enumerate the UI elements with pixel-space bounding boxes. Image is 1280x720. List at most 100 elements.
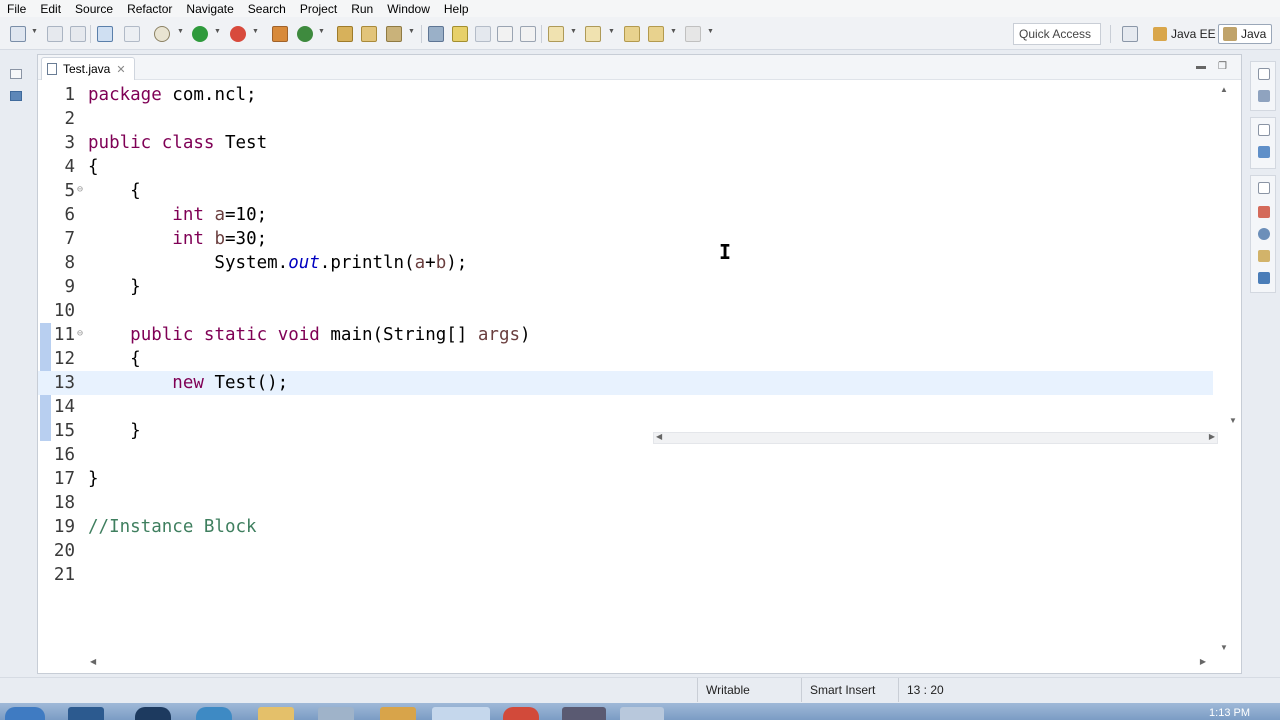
toggle-mark-occurrences-icon[interactable] [428,26,444,42]
code-editor[interactable]: 1 package com.ncl; 2 3 public class Test 4{5 ⊖… [38,81,1213,661]
code-line[interactable]: 5 ⊖ { [38,179,1213,203]
taskbar-app[interactable] [68,707,104,720]
perspective-java-ee[interactable]: Java EE [1153,24,1216,44]
new-server-icon[interactable] [272,26,288,42]
toggle-breadcrumb-icon[interactable] [452,26,468,42]
console-icon[interactable] [1258,272,1270,284]
overview-ruler[interactable]: ▼ [1225,83,1241,425]
code-line[interactable]: 10 [38,299,1213,323]
restore-icon[interactable] [1258,68,1270,80]
inner-horizontal-scrollbar[interactable]: ◀ ▶ [653,432,1218,444]
taskbar-app[interactable] [620,707,664,720]
coverage-icon[interactable] [230,26,246,42]
debug-icon[interactable] [154,26,170,42]
code-line[interactable]: 12 { [38,347,1213,371]
restore-icon[interactable] [10,69,22,79]
menu-navigate[interactable]: Navigate [179,1,240,17]
code-line[interactable]: 13 new Test(); [38,371,1213,395]
menu-file[interactable]: File [0,1,33,17]
scroll-left-icon[interactable]: ◀ [90,657,96,666]
code-line[interactable]: 20 [38,539,1213,563]
code-line[interactable]: 17} [38,467,1213,491]
code-line[interactable]: 16 [38,443,1213,467]
code-line[interactable]: 19 //Instance Block [38,515,1213,539]
restore-icon[interactable] [1258,124,1270,136]
menu-project[interactable]: Project [293,1,344,17]
open-perspective-icon[interactable] [1122,26,1138,42]
start-button[interactable] [5,707,45,720]
menu-help[interactable]: Help [437,1,476,17]
menu-search[interactable]: Search [241,1,293,17]
menu-window[interactable]: Window [380,1,437,17]
chevron-down-icon[interactable]: ▼ [31,28,38,35]
code-line[interactable]: 11 ⊖ public static void main(String[] arg… [38,323,1213,347]
terminal-icon[interactable] [97,26,113,42]
menu-run[interactable]: Run [344,1,380,17]
horizontal-scrollbar[interactable]: ◀ ▶ [88,657,1208,669]
menu-source[interactable]: Source [68,1,120,17]
chevron-down-icon[interactable]: ▼ [177,28,184,35]
chevron-down-icon[interactable]: ▼ [670,28,677,35]
next-annotation-icon[interactable] [548,26,564,42]
code-line[interactable]: 8 System.out.println(a+b); [38,251,1213,275]
open-type-icon[interactable] [337,26,353,42]
quick-access-input[interactable]: Quick Access [1013,23,1101,45]
chevron-down-icon[interactable]: ▼ [570,28,577,35]
restore-icon[interactable] [1258,182,1270,194]
code-line[interactable]: 9 } [38,275,1213,299]
new-icon[interactable] [10,26,26,42]
save-all-icon[interactable] [70,26,86,42]
chevron-down-icon[interactable]: ▼ [252,28,259,35]
external-tools-icon[interactable] [297,26,313,42]
scroll-left-icon[interactable]: ◀ [656,432,662,441]
code-line[interactable]: 2 [38,107,1213,131]
chevron-down-icon[interactable]: ▼ [214,28,221,35]
perspective-java[interactable]: Java [1218,24,1273,44]
menu-refactor[interactable]: Refactor [120,1,179,17]
taskbar-app[interactable] [503,707,539,720]
code-line[interactable]: 21 [38,563,1213,587]
chevron-down-icon[interactable]: ▼ [408,28,415,35]
word-wrap-icon[interactable] [497,26,513,42]
last-edit-location-icon[interactable] [624,26,640,42]
chevron-down-icon[interactable]: ▼ [318,28,325,35]
tab-test-java[interactable]: Test.java ✕ [41,57,135,80]
task-list-icon[interactable] [1258,90,1270,102]
taskbar-app-eclipse[interactable] [432,707,490,720]
taskbar-app[interactable] [196,707,232,720]
forward-icon[interactable] [685,26,701,42]
maximize-icon[interactable]: ❐ [1218,61,1227,72]
minimize-icon[interactable]: ▬ [1196,61,1206,72]
save-icon[interactable] [47,26,63,42]
show-whitespace-icon[interactable] [520,26,536,42]
chevron-down-icon[interactable]: ▼ [707,28,714,35]
code-line[interactable]: 14 [38,395,1213,419]
search-icon[interactable] [386,26,402,42]
code-line[interactable]: 18 [38,491,1213,515]
taskbar-app[interactable] [562,707,606,720]
back-icon[interactable] [648,26,664,42]
menu-edit[interactable]: Edit [33,1,68,17]
taskbar-app[interactable] [135,707,171,720]
open-task-icon[interactable] [361,26,377,42]
skip-breakpoints-icon[interactable] [124,26,140,42]
taskbar-app[interactable] [380,707,416,720]
fold-toggle-icon[interactable]: ⊖ [77,178,83,202]
outline-icon[interactable] [1258,146,1270,158]
problems-icon[interactable] [1258,206,1270,218]
scroll-right-icon[interactable]: ▶ [1209,432,1215,441]
scroll-down-icon[interactable]: ▼ [1229,416,1237,425]
code-line[interactable]: 3 public class Test [38,131,1213,155]
declaration-icon[interactable] [1258,250,1270,262]
scroll-right-icon[interactable]: ▶ [1200,657,1206,666]
code-line[interactable]: 6 int a=10; [38,203,1213,227]
scroll-down-icon[interactable]: ▼ [1220,643,1228,652]
fold-toggle-icon[interactable]: ⊖ [77,322,83,346]
block-selection-icon[interactable] [475,26,491,42]
chevron-down-icon[interactable]: ▼ [608,28,615,35]
previous-annotation-icon[interactable] [585,26,601,42]
code-line[interactable]: 1 package com.ncl; [38,83,1213,107]
taskbar-app[interactable] [258,707,294,720]
taskbar-app[interactable] [318,707,354,720]
javadoc-icon[interactable] [1258,228,1270,240]
